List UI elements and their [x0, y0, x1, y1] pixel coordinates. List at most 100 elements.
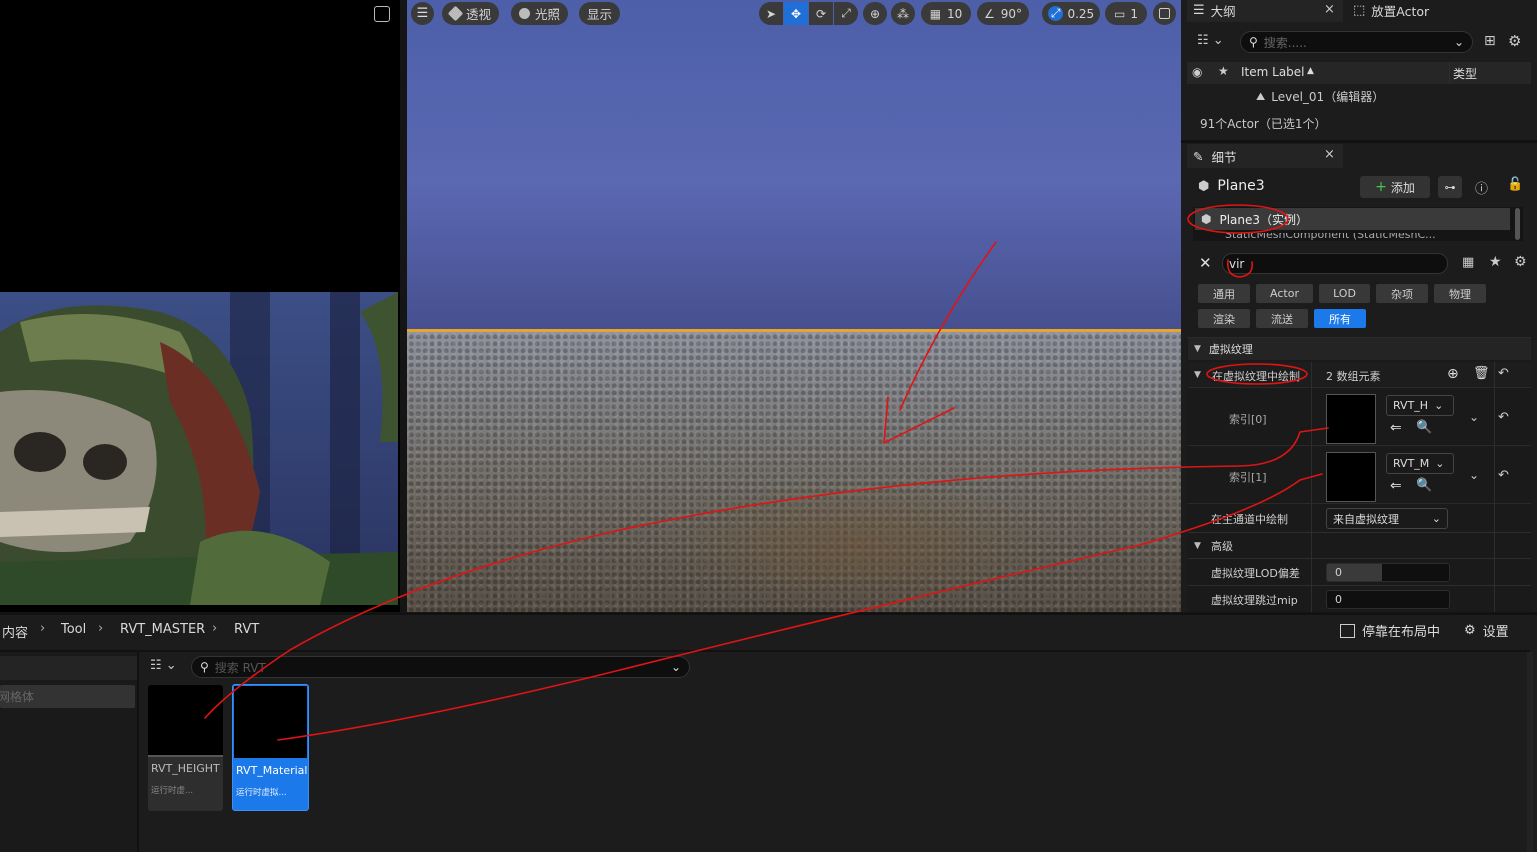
collapse-arrow-icon[interactable]: ▼	[1194, 541, 1201, 551]
lighting-button[interactable]: 光照	[511, 2, 569, 25]
blueprint-button[interactable]: ⊶	[1438, 176, 1462, 198]
filter-item-mesh[interactable]: 网格体	[0, 685, 135, 708]
star-icon[interactable]: ★	[1218, 64, 1229, 78]
asset-tile[interactable]: RVT_HEIGHT 运行时虚...	[148, 685, 223, 811]
section-advanced[interactable]: 高级	[1211, 538, 1233, 554]
breadcrumb-rvt-master[interactable]: RVT_MASTER	[120, 622, 205, 637]
lod-bias-label: 虚拟纹理LOD偏差	[1211, 567, 1300, 580]
use-selected-icon[interactable]: ⇐	[1390, 420, 1402, 436]
details-search-input[interactable]: vir	[1222, 253, 1448, 274]
add-element-icon[interactable]: ⊕	[1447, 366, 1459, 382]
breadcrumb-content[interactable]: 内容	[2, 622, 28, 641]
add-folder-icon[interactable]: ⊞	[1484, 33, 1496, 49]
breadcrumb-separator-icon: ›	[98, 621, 104, 636]
column-item-label[interactable]: Item Label	[1241, 65, 1305, 79]
scale-mode-button[interactable]: ⤢	[834, 2, 858, 25]
chevron-down-icon: ⌄	[1435, 457, 1445, 470]
content-scrollbar[interactable]	[1527, 652, 1533, 852]
outliner-header	[1187, 62, 1531, 84]
content-search-input[interactable]: ⚲ 搜索 RVT ⌄	[191, 656, 690, 678]
trash-icon[interactable]: 🗑	[1473, 366, 1490, 381]
filter-chip-rendering[interactable]: 渲染	[1198, 309, 1250, 328]
component-row-instance[interactable]: ⬢ Plane3（实例）	[1195, 208, 1510, 230]
show-button[interactable]: 显示	[579, 2, 621, 25]
rvt-height-thumbnail[interactable]	[1326, 394, 1376, 444]
grid-icon: ▦	[929, 6, 942, 21]
rvt-material-thumbnail[interactable]	[1326, 452, 1376, 502]
camera-speed-button[interactable]: ▭ 1	[1105, 2, 1147, 25]
use-selected-icon[interactable]: ⇐	[1390, 478, 1402, 494]
component-row-mesh[interactable]: StaticMeshComponent (StaticMeshC...	[1225, 233, 1505, 242]
filter-chip-misc[interactable]: 杂项	[1376, 284, 1428, 303]
asset-type: 运行时虚...	[151, 786, 194, 796]
angle-snap-button[interactable]: ∠ 90°	[977, 2, 1029, 25]
column-type[interactable]: 类型	[1453, 65, 1477, 82]
main-viewport[interactable]: ☰ 透视 光照 显示 ➤ ✥ ⟳ ⤢ ⊕ ⁂ ▦ 10 ∠ 90° ⤢ 0.25…	[407, 0, 1181, 612]
filter-chip-streaming[interactable]: 流送	[1256, 309, 1308, 328]
favorite-star-icon[interactable]: ★	[1489, 254, 1502, 270]
tab-place-actor[interactable]: ⬚ 放置Actor	[1353, 0, 1429, 20]
tab-outliner[interactable]: ☰ 大纲	[1193, 0, 1236, 20]
outliner-filter-button[interactable]: ☷ ⌄	[1197, 33, 1224, 48]
outliner-row-level[interactable]: ⛰ Level_01（编辑器）	[1256, 88, 1384, 105]
gear-icon[interactable]: ⚙	[1514, 254, 1527, 270]
translate-mode-button[interactable]: ✥	[784, 2, 808, 25]
filter-chip-actor[interactable]: Actor	[1256, 284, 1313, 303]
content-settings-button[interactable]: ⚙ 设置	[1464, 621, 1509, 640]
filter-chip-lod[interactable]: LOD	[1319, 284, 1370, 303]
scale-snap-icon: ⤢	[1047, 6, 1064, 21]
section-virtual-texture[interactable]: ▼ 虚拟纹理	[1188, 338, 1531, 360]
skip-mips-input[interactable]: 0	[1326, 590, 1450, 609]
browse-asset-icon[interactable]: 🔍	[1416, 478, 1432, 493]
asset-tile-selected[interactable]: RVT_Material 运行时虚拟...	[232, 684, 309, 811]
select-mode-button[interactable]: ➤	[759, 2, 783, 25]
breadcrumb-tool[interactable]: Tool	[61, 622, 86, 637]
breadcrumb-rvt[interactable]: RVT	[234, 622, 259, 637]
lod-bias-input[interactable]: 0	[1326, 563, 1450, 582]
outliner-search-input[interactable]: ⚲ 搜索..... ⌄	[1240, 31, 1473, 53]
close-icon[interactable]: ×	[1324, 2, 1335, 17]
grid-snap-button[interactable]: ▦ 10	[921, 2, 971, 25]
perspective-button[interactable]: 透视	[442, 2, 500, 25]
visibility-icon[interactable]: ◉	[1192, 65, 1202, 79]
scale-snap-button[interactable]: ⤢ 0.25	[1042, 2, 1100, 25]
table-view-icon[interactable]: ▦	[1462, 255, 1474, 270]
clear-search-icon[interactable]: ✕	[1199, 254, 1212, 272]
filter-chip-all[interactable]: 所有	[1314, 309, 1366, 328]
maximize-icon[interactable]	[374, 6, 390, 22]
details-tab[interactable]: ✎ 细节	[1187, 144, 1343, 168]
browse-asset-icon[interactable]: 🔍	[1416, 420, 1432, 435]
filter-chip-general[interactable]: 通用	[1198, 284, 1250, 303]
close-icon[interactable]: ×	[1324, 147, 1335, 162]
maximize-viewport-button[interactable]	[1153, 2, 1176, 25]
tree-scrollbar[interactable]	[1515, 208, 1520, 240]
breadcrumb-separator-icon: ›	[212, 621, 218, 636]
content-filter-button[interactable]: ☷ ⌄	[150, 658, 177, 673]
reset-icon[interactable]: ↶	[1498, 468, 1509, 483]
expand-chevron-icon[interactable]: ⌄	[1469, 468, 1479, 482]
dock-icon	[1340, 623, 1355, 638]
dock-in-layout-button[interactable]: 停靠在布局中	[1340, 621, 1440, 640]
gear-icon[interactable]: ⚙	[1508, 32, 1521, 50]
index1-asset-picker[interactable]: RVT_M ⌄	[1386, 453, 1454, 474]
reset-icon[interactable]: ↶	[1498, 366, 1509, 381]
rotate-mode-button[interactable]: ⟳	[809, 2, 833, 25]
left-viewport[interactable]	[0, 0, 400, 612]
search-icon: ⚲	[200, 660, 209, 674]
expand-chevron-icon[interactable]: ⌄	[1469, 410, 1479, 424]
add-component-button[interactable]: + 添加	[1360, 176, 1430, 198]
chevron-down-icon: ⌄	[1434, 399, 1444, 412]
viewport-menu-button[interactable]: ☰	[411, 2, 434, 25]
collapse-arrow-icon[interactable]: ▼	[1194, 370, 1201, 380]
sort-asc-icon: ▲	[1307, 66, 1314, 76]
world-space-button[interactable]: ⊕	[863, 2, 887, 25]
filter-chip-physics[interactable]: 物理	[1434, 284, 1486, 303]
draw-in-main-pass-dropdown[interactable]: 来自虚拟纹理 ⌄	[1326, 508, 1448, 529]
lock-icon[interactable]: 🔓	[1507, 177, 1523, 192]
help-icon[interactable]: ⓘ	[1475, 178, 1488, 197]
reset-icon[interactable]: ↶	[1498, 410, 1509, 425]
index0-asset-picker[interactable]: RVT_H ⌄	[1386, 395, 1454, 416]
surface-snap-button[interactable]: ⁂	[891, 2, 915, 25]
angle-icon: ∠	[983, 6, 995, 21]
chevron-down-icon: ⌄	[1431, 512, 1441, 525]
